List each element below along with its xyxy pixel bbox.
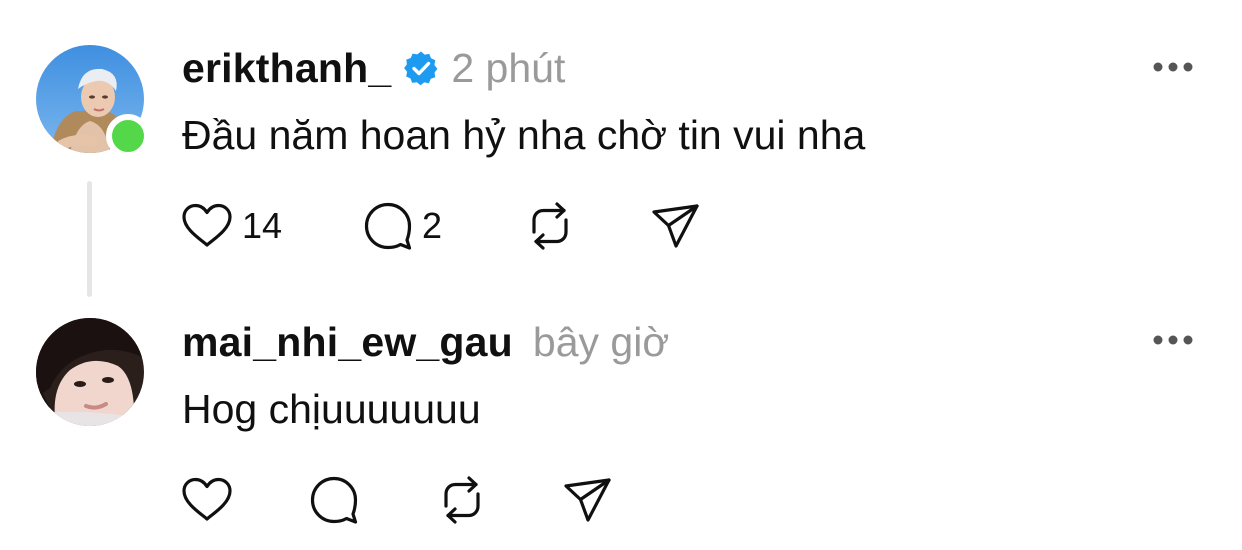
- repost-button[interactable]: [436, 470, 488, 530]
- share-button[interactable]: [650, 196, 702, 256]
- heart-icon: [182, 477, 232, 521]
- verified-badge-icon: [403, 50, 439, 86]
- comment-icon: [310, 476, 358, 524]
- comment-header: mai_nhi_ew_gau bây giờ: [182, 318, 669, 366]
- share-icon: [564, 478, 611, 522]
- username[interactable]: erikthanh_: [182, 45, 391, 92]
- avatar[interactable]: [36, 318, 144, 426]
- more-options-icon[interactable]: [1152, 61, 1194, 73]
- action-bar: [0, 470, 1242, 530]
- reply-count: 2: [422, 205, 443, 246]
- share-button[interactable]: [562, 470, 614, 530]
- timestamp: 2 phút: [451, 44, 566, 91]
- repost-button[interactable]: [524, 196, 576, 256]
- reply-button[interactable]: [308, 470, 368, 530]
- share-icon: [652, 204, 699, 248]
- reply-button[interactable]: 2: [362, 196, 442, 256]
- username[interactable]: mai_nhi_ew_gau: [182, 319, 513, 366]
- online-status-indicator: [106, 114, 150, 158]
- comment-icon: [364, 202, 412, 250]
- timestamp: bây giờ: [532, 318, 670, 365]
- comment-text: Hog chịuuuuuuu: [182, 386, 481, 432]
- like-button[interactable]: [180, 470, 242, 530]
- like-button[interactable]: 14: [180, 196, 282, 256]
- more-options-icon[interactable]: [1152, 334, 1194, 346]
- repost-icon: [444, 476, 480, 524]
- comment-item: mai_nhi_ew_gau bây giờ Hog chịuuuuuuu: [0, 300, 1242, 550]
- repost-icon: [532, 202, 568, 250]
- comment-text: Đầu năm hoan hỷ nha chờ tin vui nha: [182, 112, 866, 158]
- comment-header: erikthanh_ 2 phút: [182, 44, 565, 92]
- comment-item: erikthanh_ 2 phút Đầu năm hoan hỷ nha ch…: [0, 0, 1242, 300]
- heart-icon: [182, 203, 232, 247]
- action-bar: 14 2: [0, 196, 1242, 256]
- like-count: 14: [242, 205, 283, 246]
